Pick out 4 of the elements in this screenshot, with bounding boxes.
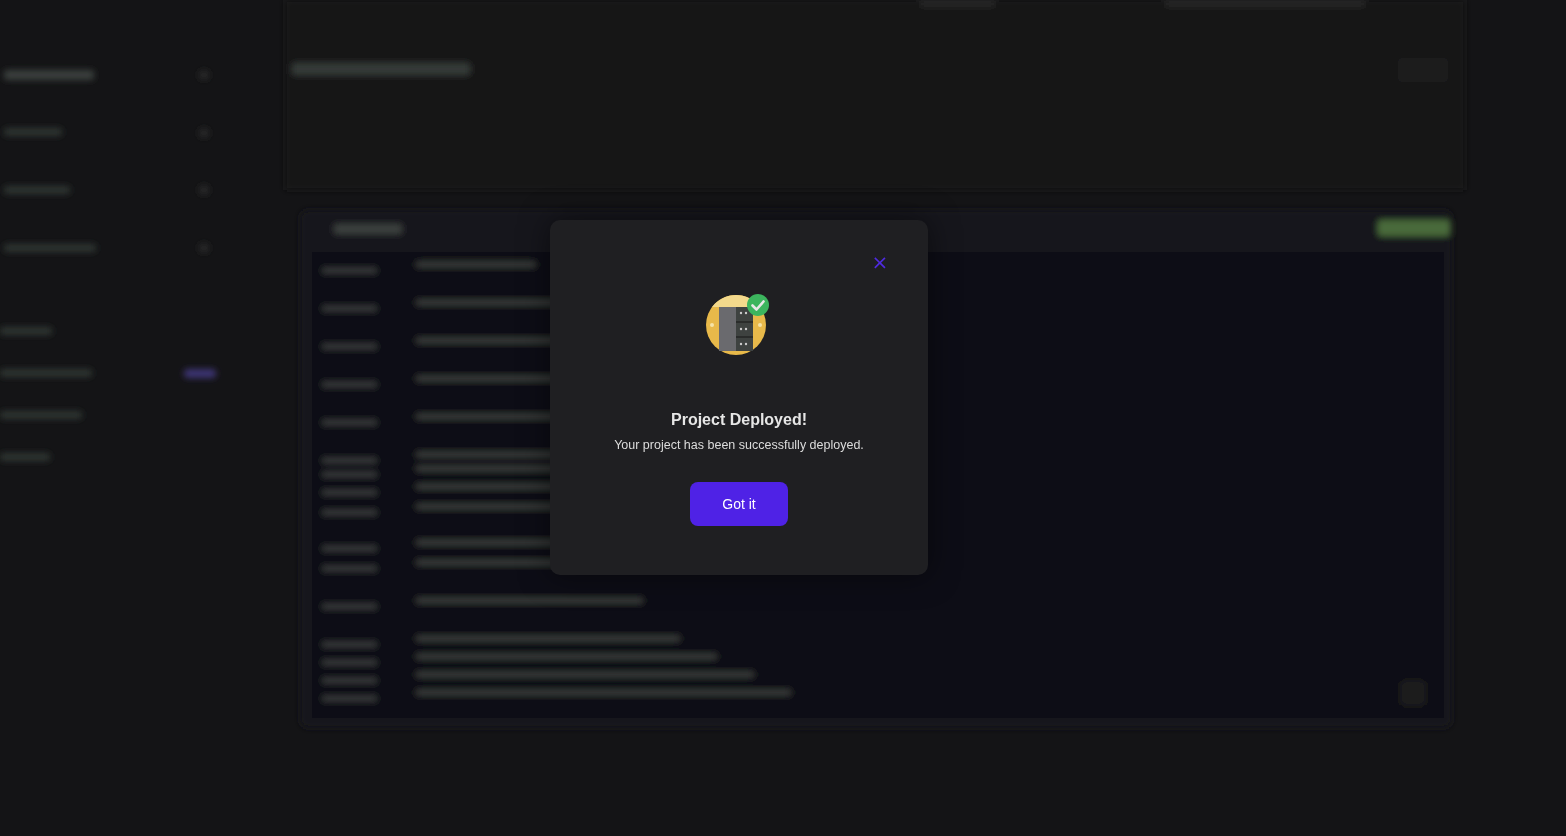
dialog-title: Project Deployed! [671, 411, 807, 429]
dialog-message: Your project has been successfully deployed. [614, 438, 864, 452]
server-check-icon [706, 293, 772, 355]
got-it-button[interactable]: Got it [690, 482, 788, 526]
